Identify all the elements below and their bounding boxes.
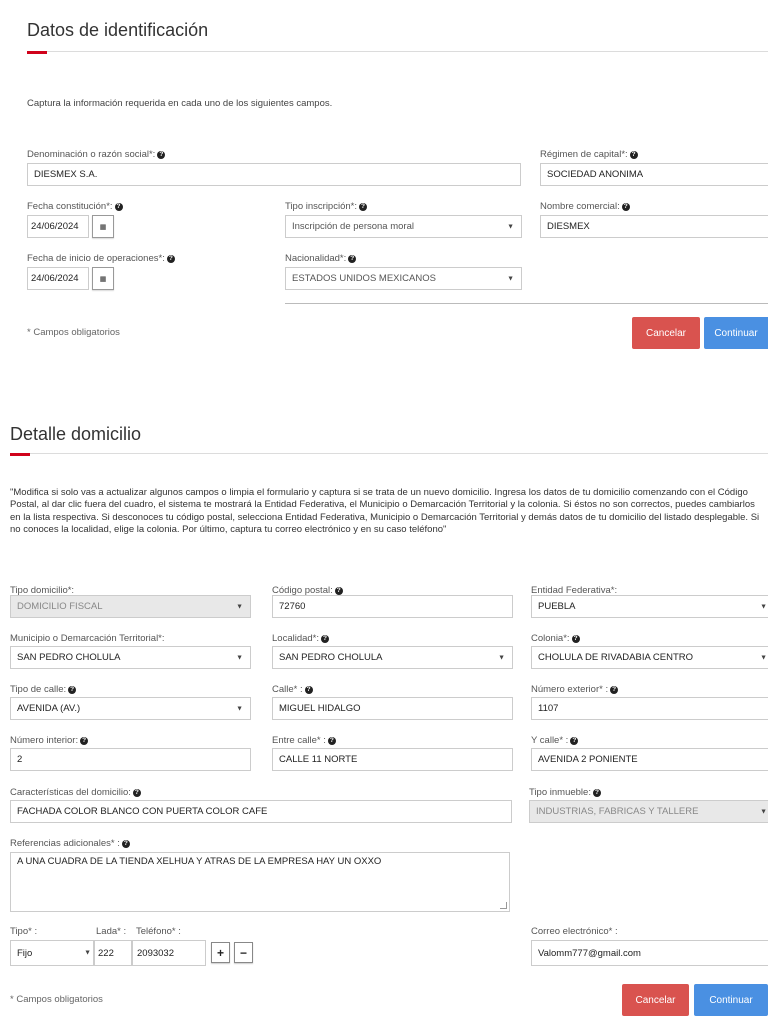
caret-down-icon: ▼ (236, 603, 243, 610)
tipo-inscripcion-select[interactable]: Inscripción de persona moral ▼ (285, 215, 522, 238)
localidad-label: Localidad*:? (272, 633, 330, 644)
lada-input[interactable]: 222 (94, 940, 132, 966)
calle-input[interactable]: MIGUEL HIDALGO (272, 697, 513, 720)
nombre-comercial-input[interactable]: DIESMEX (540, 215, 768, 238)
codigo-postal-input[interactable]: 72760 (272, 595, 513, 618)
correo-label: Correo electrónico* : (531, 926, 618, 937)
y-calle-input[interactable]: AVENIDA 2 PONIENTE (531, 748, 768, 771)
referencias-label: Referencias adicionales* :? (10, 838, 130, 849)
domicilio-title: Detalle domicilio (10, 424, 142, 444)
localidad-select[interactable]: SAN PEDRO CHOLULA ▼ (272, 646, 513, 669)
caret-down-icon: ▼ (760, 808, 767, 815)
caret-down-icon: ▼ (760, 654, 767, 661)
tipo-inscripcion-label: Tipo inscripción*:? (285, 201, 367, 212)
referencias-textarea[interactable]: A UNA CUADRA DE LA TIENDA XELHUA Y ATRAS… (10, 852, 510, 912)
question-circle-icon[interactable]: ? (68, 685, 77, 694)
identificacion-continue-button[interactable]: Continuar (704, 317, 768, 349)
resize-handle-icon[interactable] (500, 902, 507, 909)
tipo-inmueble-select[interactable]: INDUSTRIAS, FABRICAS Y TALLERE ▼ (529, 800, 768, 823)
nacionalidad-select[interactable]: ESTADOS UNIDOS MEXICANOS ▼ (285, 267, 522, 290)
question-circle-icon[interactable]: ? (132, 788, 141, 797)
tipo-domicilio-select[interactable]: DOMICILIO FISCAL ▼ (10, 595, 251, 618)
caret-down-icon: ▼ (507, 275, 514, 282)
domicilio-cancel-button[interactable]: Cancelar (622, 984, 689, 1016)
correo-input[interactable]: Valomm777@gmail.com (531, 940, 768, 966)
num-exterior-input[interactable]: 1107 (531, 697, 768, 720)
colonia-label: Colonia*:? (531, 633, 580, 644)
telefono-input[interactable]: 2093032 (132, 940, 206, 966)
fecha-inicio-input[interactable]: 24/06/2024 (27, 267, 89, 290)
question-circle-icon[interactable]: ? (571, 634, 580, 643)
identificacion-title: Datos de identificación (27, 20, 209, 40)
caret-down-icon: ▼ (84, 949, 91, 957)
caret-down-icon: ▼ (236, 705, 243, 712)
calendar-icon[interactable]: ▦ (92, 267, 114, 290)
entre-calle-label: Entre calle* :? (272, 735, 336, 746)
question-circle-icon[interactable]: ? (80, 736, 89, 745)
identificacion-cancel-button[interactable]: Cancelar (632, 317, 700, 349)
calle-label: Calle* :? (272, 684, 313, 695)
caracteristicas-label: Características del domicilio:? (10, 787, 141, 798)
regimen-input[interactable]: SOCIEDAD ANONIMA (540, 163, 768, 186)
question-circle-icon[interactable]: ? (334, 586, 343, 595)
fecha-inicio-label: Fecha de inicio de operaciones*:? (27, 253, 175, 264)
num-interior-label: Número interior:? (10, 735, 89, 746)
entidad-select[interactable]: PUEBLA ▼ (531, 595, 768, 618)
question-circle-icon[interactable]: ? (121, 839, 130, 848)
nombre-comercial-label: Nombre comercial:? (540, 201, 630, 212)
regimen-label: Régimen de capital*:? (540, 149, 638, 160)
tipo-inmueble-label: Tipo inmueble:? (529, 787, 601, 798)
identificacion-required-note: * Campos obligatorios (27, 327, 120, 338)
question-circle-icon[interactable]: ? (321, 634, 330, 643)
lada-label: Lada* : (96, 926, 127, 937)
identificacion-form-divider (285, 303, 768, 304)
question-circle-icon[interactable]: ? (166, 254, 175, 263)
tipo-calle-select[interactable]: AVENIDA (AV.) ▼ (10, 697, 251, 720)
identificacion-title-divider (27, 51, 768, 52)
question-circle-icon[interactable]: ? (157, 150, 166, 159)
colonia-select[interactable]: CHOLULA DE RIVADABIA CENTRO ▼ (531, 646, 768, 669)
caracteristicas-input[interactable]: FACHADA COLOR BLANCO CON PUERTA COLOR CA… (10, 800, 512, 823)
domicilio-instructions: "Modifica si solo vas a actualizar algun… (10, 487, 760, 535)
telefono-label: Teléfono* : (136, 926, 181, 937)
question-circle-icon[interactable]: ? (629, 150, 638, 159)
caret-down-icon: ▼ (236, 654, 243, 661)
tipo-tel-label: Tipo* : (10, 926, 38, 937)
fecha-constitucion-label: Fecha constitución*:? (27, 201, 123, 212)
tipo-calle-label: Tipo de calle:? (10, 684, 77, 695)
question-circle-icon[interactable]: ? (621, 202, 630, 211)
domicilio-required-note: * Campos obligatorios (10, 994, 103, 1005)
y-calle-label: Y calle* :? (531, 735, 579, 746)
fecha-constitucion-input[interactable]: 24/06/2024 (27, 215, 89, 238)
question-circle-icon[interactable]: ? (358, 202, 367, 211)
add-phone-button[interactable]: + (211, 942, 230, 963)
identificacion-intro: Captura la información requerida en cada… (27, 98, 333, 109)
question-circle-icon[interactable]: ? (348, 254, 357, 263)
domicilio-title-divider (10, 453, 768, 454)
municipio-label: Municipio o Demarcación Territorial*: (10, 633, 165, 644)
question-circle-icon[interactable]: ? (592, 788, 601, 797)
municipio-select[interactable]: SAN PEDRO CHOLULA ▼ (10, 646, 251, 669)
denominacion-label: Denominación o razón social*:? (27, 149, 166, 160)
identificacion-title-accent (27, 51, 47, 54)
calendar-icon[interactable]: ▦ (92, 215, 114, 238)
denominacion-input[interactable]: DIESMEX S.A. (27, 163, 521, 186)
caret-down-icon: ▼ (507, 223, 514, 230)
remove-phone-button[interactable]: − (234, 942, 253, 963)
domicilio-title-accent (10, 453, 30, 456)
question-circle-icon[interactable]: ? (327, 736, 336, 745)
tipo-tel-select[interactable]: Fijo ▼ (10, 940, 94, 966)
question-circle-icon[interactable]: ? (304, 685, 313, 694)
caret-down-icon: ▼ (760, 603, 767, 610)
domicilio-continue-button[interactable]: Continuar (694, 984, 768, 1016)
num-exterior-label: Número exterior* :? (531, 684, 619, 695)
question-circle-icon[interactable]: ? (114, 202, 123, 211)
entre-calle-input[interactable]: CALLE 11 NORTE (272, 748, 513, 771)
question-circle-icon[interactable]: ? (570, 736, 579, 745)
nacionalidad-label: Nacionalidad*:? (285, 253, 357, 264)
num-interior-input[interactable]: 2 (10, 748, 251, 771)
caret-down-icon: ▼ (498, 654, 505, 661)
question-circle-icon[interactable]: ? (610, 685, 619, 694)
